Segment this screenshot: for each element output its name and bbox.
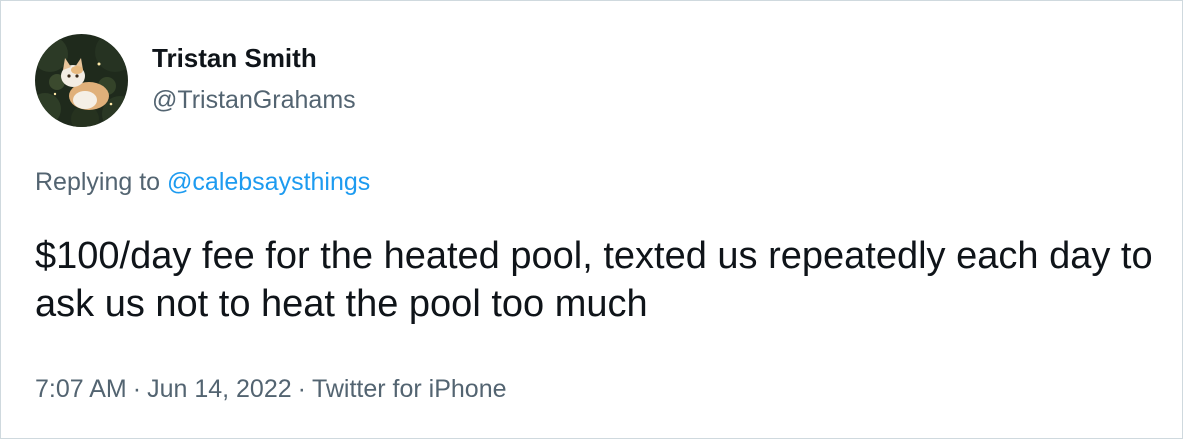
author-display-name[interactable]: Tristan Smith xyxy=(152,43,317,73)
meta-separator: · xyxy=(297,375,306,403)
author-handle[interactable]: @TristanGrahams xyxy=(152,85,356,115)
reply-context: Replying to @calebsaysthings xyxy=(35,167,370,197)
cat-avatar-icon xyxy=(35,34,128,127)
meta-separator: · xyxy=(132,375,142,403)
tweet-meta: 7:07 AM · Jun 14, 2022 · Twitter for iPhone xyxy=(35,374,507,404)
reply-mention-link[interactable]: @calebsaysthings xyxy=(167,168,370,196)
tweet-time[interactable]: 7:07 AM xyxy=(35,375,127,403)
avatar[interactable] xyxy=(35,34,128,127)
tweet-date[interactable]: Jun 14, 2022 xyxy=(147,375,292,403)
tweet-card: Tristan Smith @TristanGrahams Replying t… xyxy=(0,0,1183,439)
tweet-text: $100/day fee for the heated pool, texted… xyxy=(35,235,1153,325)
tweet-source-link[interactable]: Twitter for iPhone xyxy=(312,375,507,403)
reply-prefix: Replying to xyxy=(35,168,161,196)
